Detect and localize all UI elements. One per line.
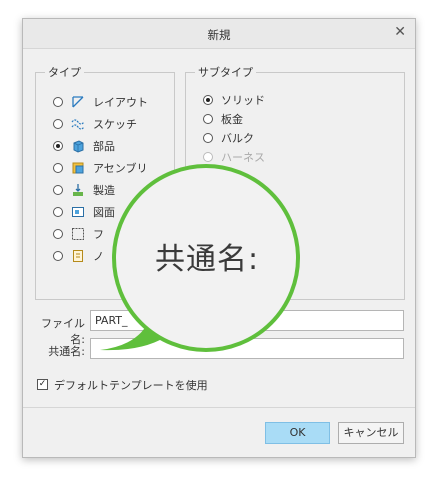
filename-field[interactable]: PART_ bbox=[90, 310, 404, 331]
type-radio[interactable] bbox=[53, 207, 63, 217]
type-option-label: ノ bbox=[93, 250, 104, 263]
subtype-option: ハーネス bbox=[203, 148, 265, 166]
use-default-template-checkbox[interactable]: ✓ bbox=[37, 379, 48, 390]
type-radio[interactable] bbox=[53, 251, 63, 261]
cancel-button[interactable]: キャンセル bbox=[338, 422, 404, 444]
part-icon bbox=[71, 139, 85, 153]
type-option[interactable]: 部品 bbox=[53, 137, 115, 155]
type-option[interactable]: ノ bbox=[53, 247, 104, 265]
close-icon[interactable]: ✕ bbox=[394, 24, 406, 40]
type-option-label: 部品 bbox=[93, 140, 115, 153]
notebook-icon bbox=[71, 249, 85, 263]
drawing-icon bbox=[71, 205, 85, 219]
type-option[interactable]: アセンブリ bbox=[53, 159, 147, 177]
subtype-option[interactable]: 板金 bbox=[203, 110, 243, 128]
type-radio[interactable] bbox=[53, 119, 63, 129]
subtype-option-label: 板金 bbox=[221, 113, 243, 126]
subtype-option[interactable]: ソリッド bbox=[203, 91, 265, 109]
footer-divider bbox=[23, 407, 415, 408]
type-option[interactable]: 図面 bbox=[53, 203, 115, 221]
subtype-group-legend: サブタイプ bbox=[198, 66, 253, 79]
new-dialog: 新規 ✕ タイプ レイアウトスケッチ部品アセンブリ製造図面フノ サブタイプ ソリ… bbox=[22, 18, 416, 458]
subtype-option-label: ソリッド bbox=[221, 94, 265, 107]
type-radio[interactable] bbox=[53, 97, 63, 107]
subtype-option-label: ハーネス bbox=[221, 151, 265, 164]
layout-icon bbox=[71, 95, 85, 109]
type-option[interactable]: スケッチ bbox=[53, 115, 137, 133]
subtype-radio[interactable] bbox=[203, 114, 213, 124]
sketch-icon bbox=[71, 117, 85, 131]
common-name-label: 共通名: bbox=[48, 345, 85, 358]
type-option-label: レイアウト bbox=[93, 96, 148, 109]
type-option-label: アセンブリ bbox=[93, 162, 148, 175]
type-option-label: フ bbox=[93, 228, 104, 241]
subtype-option[interactable]: バルク bbox=[203, 129, 254, 147]
subtype-radio[interactable] bbox=[203, 95, 213, 105]
manufacturing-icon bbox=[71, 183, 85, 197]
format-icon bbox=[71, 227, 85, 241]
common-name-field[interactable] bbox=[90, 338, 404, 359]
dialog-titlebar: 新規 ✕ bbox=[23, 19, 415, 49]
type-radio[interactable] bbox=[53, 229, 63, 239]
type-option[interactable]: レイアウト bbox=[53, 93, 148, 111]
type-option[interactable]: フ bbox=[53, 225, 104, 243]
type-radio[interactable] bbox=[53, 163, 63, 173]
type-radio[interactable] bbox=[53, 185, 63, 195]
type-option-label: スケッチ bbox=[93, 118, 137, 131]
use-default-template-label: デフォルトテンプレートを使用 bbox=[54, 379, 208, 392]
type-group-legend: タイプ bbox=[48, 66, 81, 79]
subtype-radio bbox=[203, 152, 213, 162]
type-radio[interactable] bbox=[53, 141, 63, 151]
subtype-radio[interactable] bbox=[203, 133, 213, 143]
ok-button[interactable]: OK bbox=[265, 422, 330, 444]
type-option[interactable]: 製造 bbox=[53, 181, 115, 199]
subtype-option-label: バルク bbox=[221, 132, 254, 145]
assembly-icon bbox=[71, 161, 85, 175]
type-option-label: 図面 bbox=[93, 206, 115, 219]
dialog-title: 新規 bbox=[207, 28, 231, 42]
type-option-label: 製造 bbox=[93, 184, 115, 197]
